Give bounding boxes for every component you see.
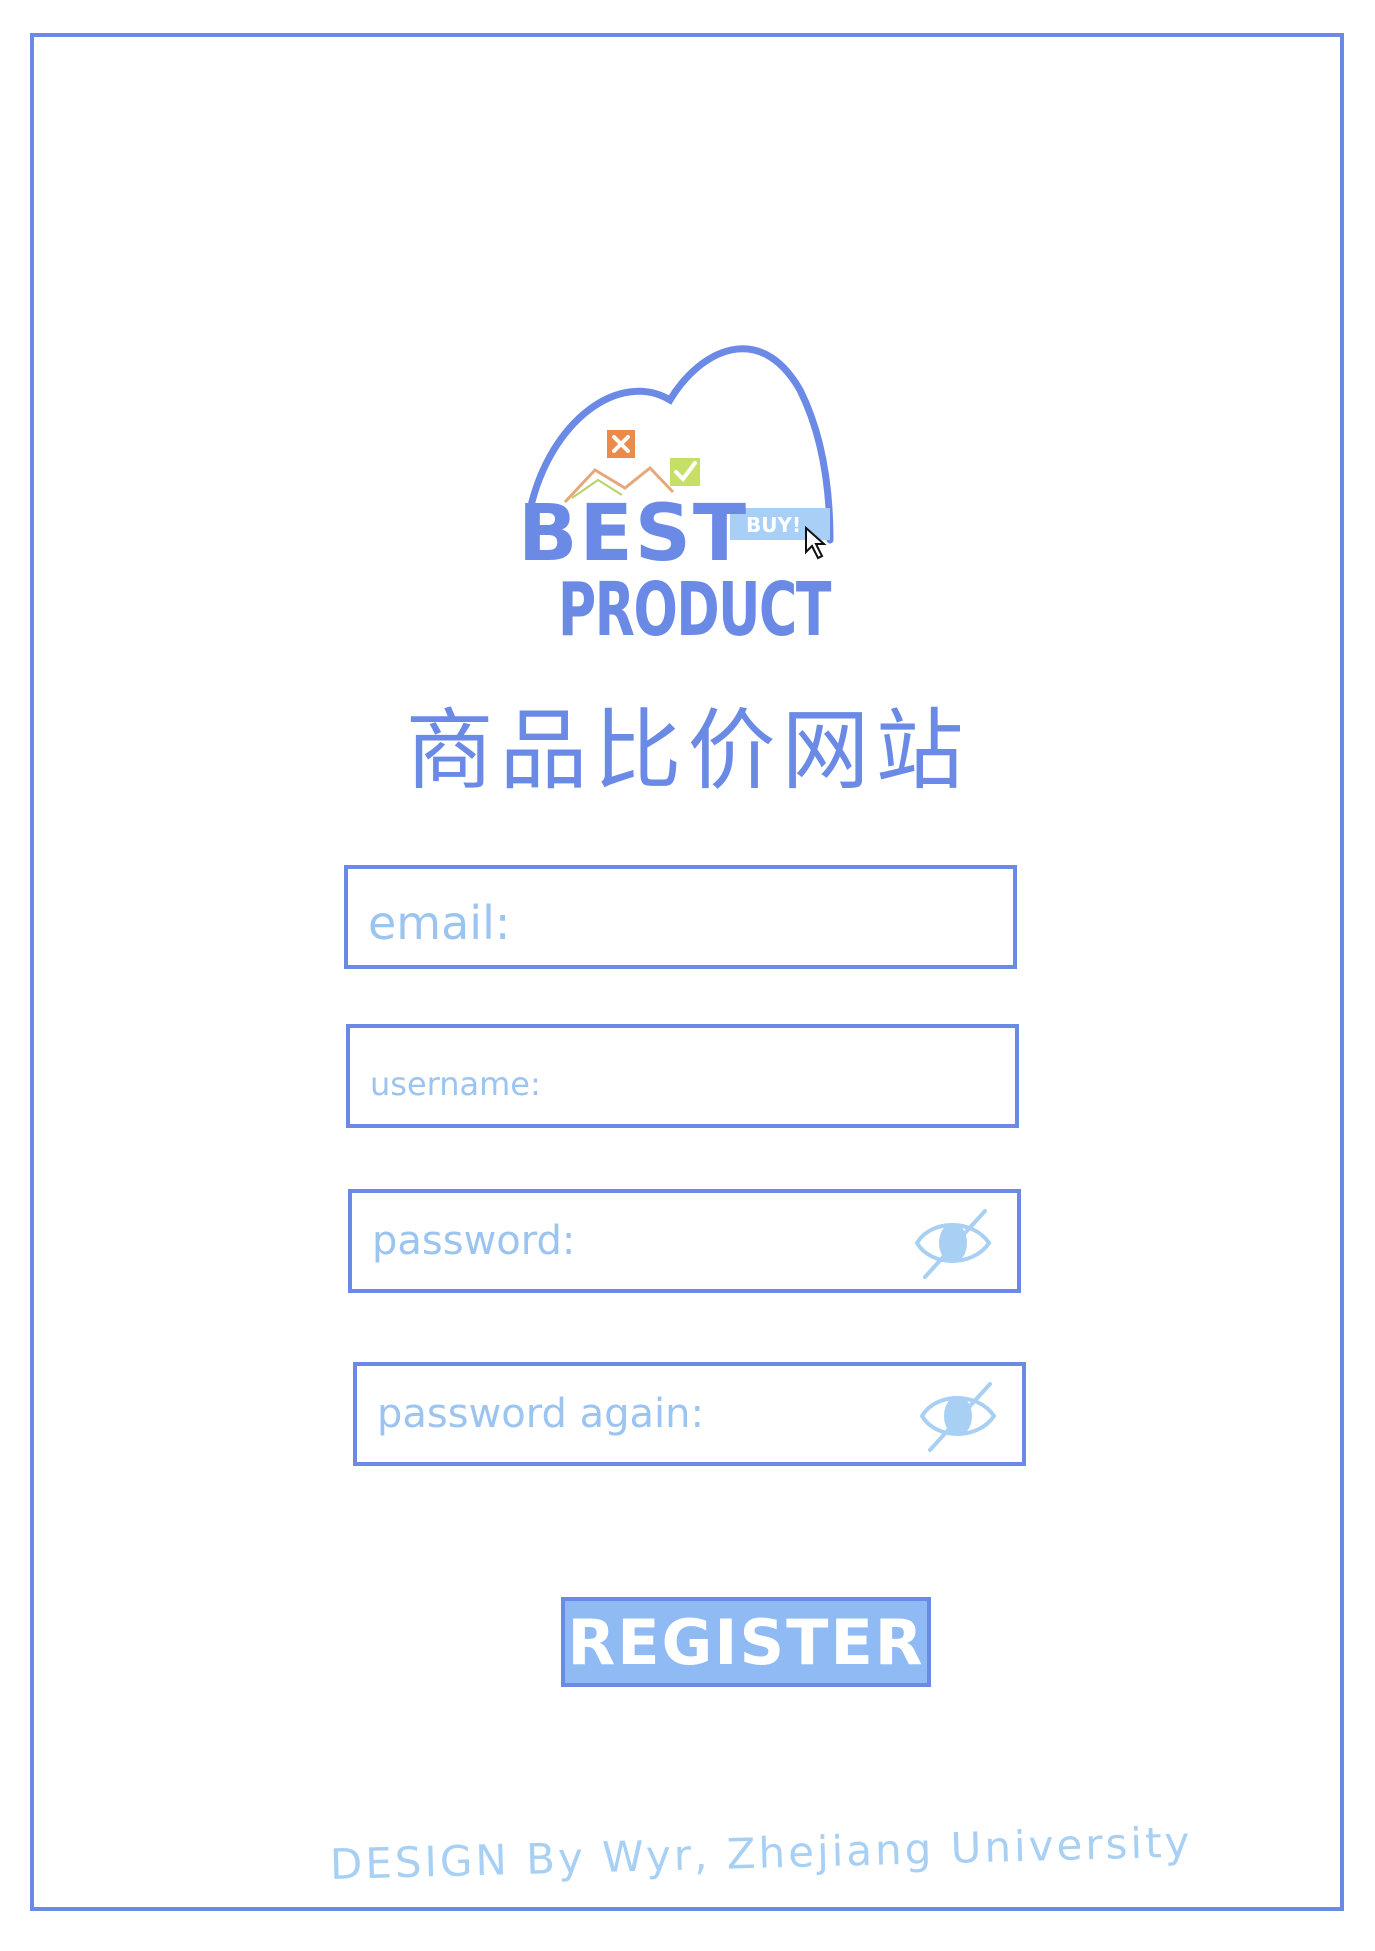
- email-field: [344, 865, 1017, 971]
- hidden-eye-icon[interactable]: [911, 1205, 995, 1281]
- password-field: [348, 1189, 1021, 1293]
- check-icon: [670, 458, 700, 486]
- page-title: 商品比价网站: [405, 699, 970, 802]
- logo-text-product: PRODUCT: [558, 567, 832, 650]
- best-product-logo: BUY! BEST PRODUCT: [518, 345, 834, 650]
- username-field: [346, 1024, 1019, 1132]
- svg-text:BUY!: BUY!: [746, 513, 801, 537]
- logo-text-best: BEST: [518, 489, 748, 579]
- username-input[interactable]: [368, 1036, 923, 1132]
- password-again-field: [353, 1362, 1026, 1466]
- password-input[interactable]: [370, 1193, 925, 1289]
- register-button[interactable]: REGISTER: [561, 1597, 931, 1687]
- password-again-input[interactable]: [375, 1366, 930, 1462]
- hidden-eye-icon[interactable]: [916, 1378, 1000, 1454]
- email-input[interactable]: [366, 875, 921, 971]
- x-icon: [607, 430, 635, 458]
